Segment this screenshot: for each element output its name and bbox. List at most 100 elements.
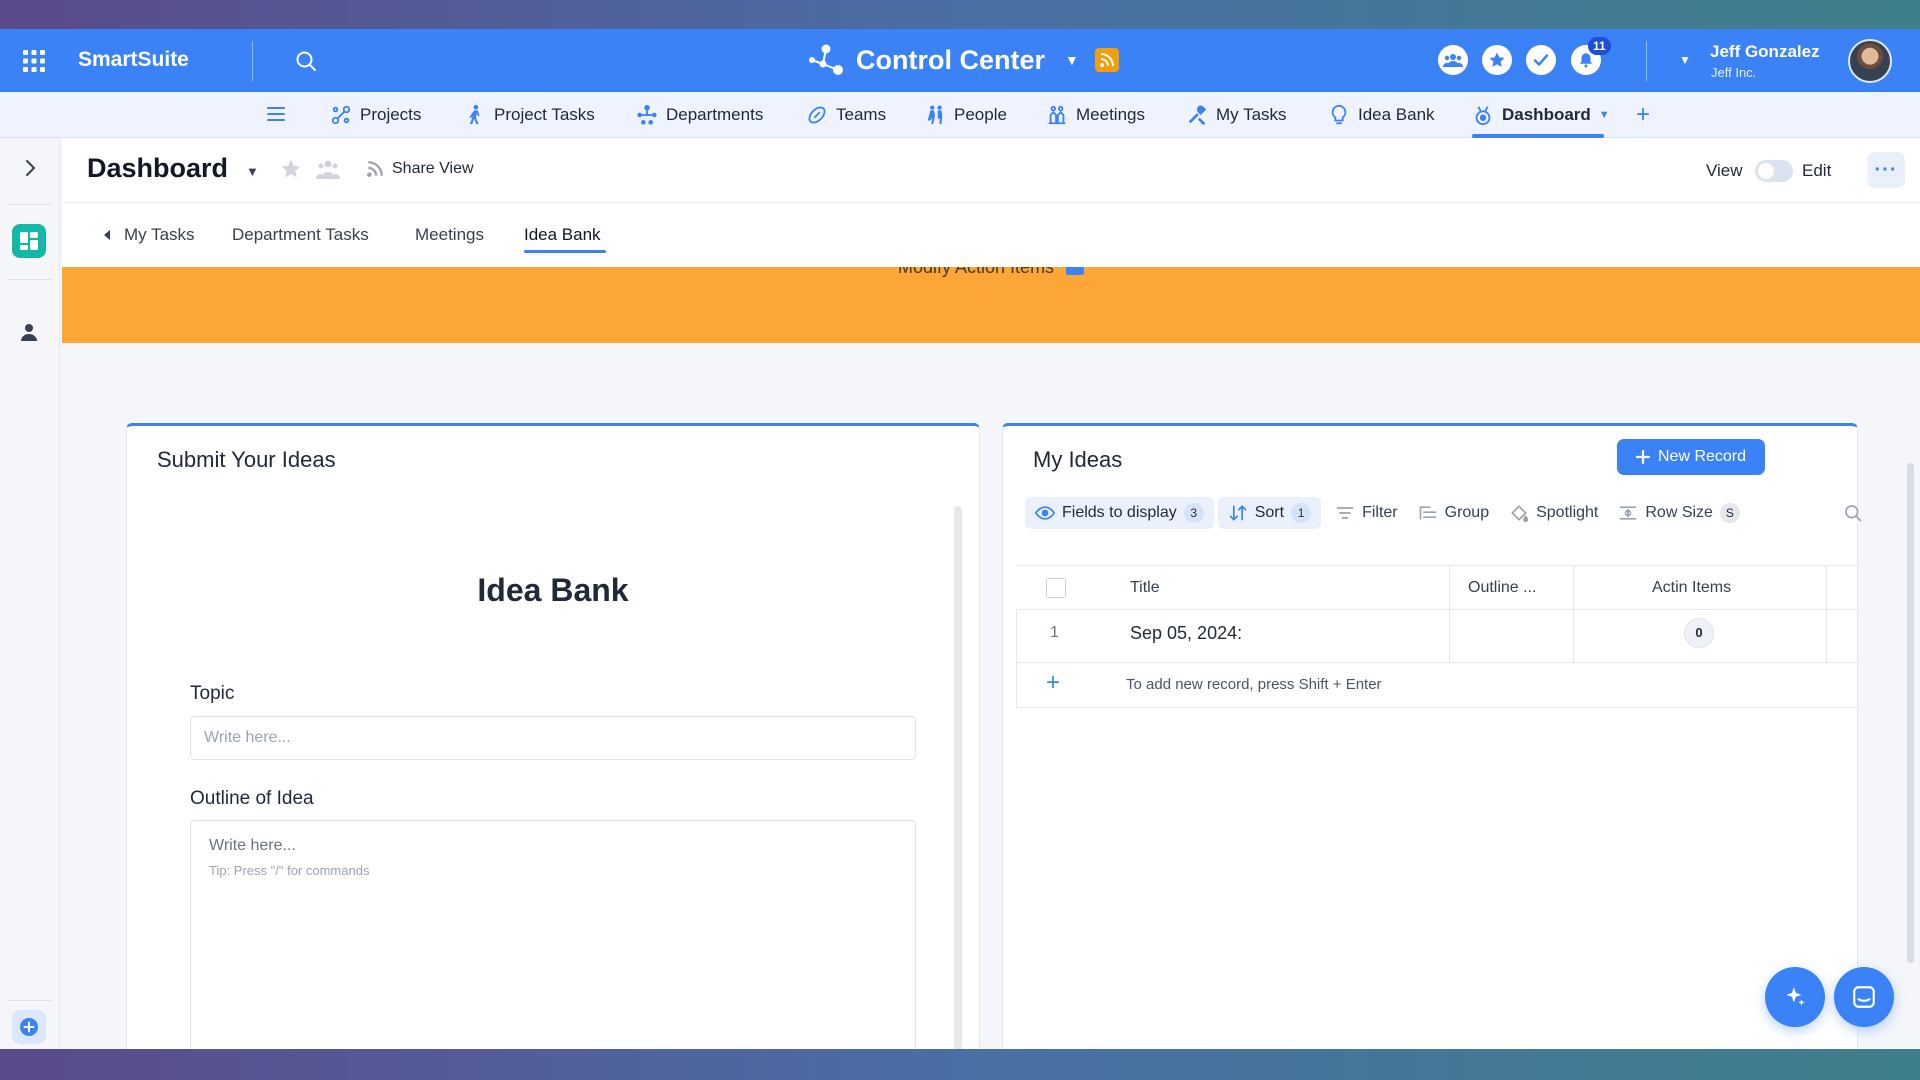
outline-label: Outline of Idea xyxy=(190,788,314,809)
tab-my-tasks[interactable]: My Tasks xyxy=(124,225,195,245)
column-divider xyxy=(1573,566,1574,663)
dashboard-tabs: My Tasks Department Tasks Meetings Idea … xyxy=(62,203,1920,267)
row-size-button[interactable]: Row Size S xyxy=(1608,497,1750,529)
search-icon[interactable] xyxy=(1843,503,1863,523)
search-icon[interactable] xyxy=(294,49,318,73)
nav-item-label: Dashboard xyxy=(1502,105,1591,124)
more-options-button[interactable]: ··· xyxy=(1867,152,1905,188)
hamburger-menu-icon[interactable] xyxy=(266,104,286,124)
nav-item-teams[interactable]: Teams xyxy=(806,92,886,138)
add-app-button[interactable]: + xyxy=(1636,101,1650,129)
edit-icon[interactable] xyxy=(1066,267,1084,275)
column-header-action-items[interactable]: Actin Items xyxy=(1652,566,1731,610)
avatar[interactable] xyxy=(1848,39,1892,83)
nav-item-label: Meetings xyxy=(1076,105,1145,124)
topic-label: Topic xyxy=(190,683,235,704)
column-header-outline[interactable]: Outline ... xyxy=(1468,566,1536,610)
row-divider xyxy=(1016,662,1859,663)
share-view-button[interactable]: Share View xyxy=(366,160,474,178)
card-title: My Ideas xyxy=(1033,447,1123,472)
top-bar: SmartSuite Control Center ▼ 11 ▼ Jeff Go… xyxy=(0,29,1920,92)
dashboard-header: Dashboard ▼ Share View View Edit ··· xyxy=(62,138,1920,203)
chevron-down-icon[interactable]: ▼ xyxy=(246,164,259,179)
ai-assistant-button[interactable] xyxy=(1765,967,1825,1027)
divider xyxy=(8,279,52,280)
dashboard-rail-icon[interactable] xyxy=(12,224,46,258)
submit-ideas-form-card: Submit Your Ideas Idea Bank Topic Write … xyxy=(126,423,980,1049)
outline-textarea[interactable]: Write here... Tip: Press "/" for command… xyxy=(190,820,916,1049)
nav-item-people[interactable]: People xyxy=(924,92,1007,138)
sparkle-icon xyxy=(1786,987,1805,1006)
workspace-switcher[interactable]: Control Center ▼ xyxy=(806,43,1119,77)
nav-item-my-tasks[interactable]: My Tasks xyxy=(1186,92,1287,138)
notification-count-badge: 11 xyxy=(1588,37,1611,55)
workspace-title: Control Center xyxy=(856,44,1045,75)
action-banner: Modify Action Items xyxy=(62,267,1920,343)
nav-item-projects[interactable]: Projects xyxy=(330,92,421,138)
select-all-checkbox[interactable] xyxy=(1046,578,1066,598)
brand-logo[interactable]: SmartSuite xyxy=(78,48,189,72)
org-chart-icon xyxy=(637,104,657,125)
row-title-cell[interactable]: Sep 05, 2024: xyxy=(1130,623,1242,644)
workspace-logo-icon xyxy=(809,44,843,75)
star-icon[interactable] xyxy=(1482,45,1512,75)
tab-idea-bank[interactable]: Idea Bank xyxy=(524,225,601,245)
row-border xyxy=(1016,610,1017,708)
chat-icon xyxy=(1853,986,1875,1008)
page-scrollbar[interactable] xyxy=(1907,463,1914,963)
star-icon[interactable] xyxy=(280,158,302,180)
action-items-count[interactable]: 0 xyxy=(1684,618,1714,648)
fields-to-display-button[interactable]: Fields to display 3 xyxy=(1025,497,1214,529)
active-tab-indicator xyxy=(524,250,606,253)
sort-button[interactable]: Sort 1 xyxy=(1217,497,1322,529)
sort-count-badge: 1 xyxy=(1291,503,1312,523)
divider xyxy=(252,41,253,81)
tab-department-tasks[interactable]: Department Tasks xyxy=(232,225,369,245)
outline-placeholder: Write here... xyxy=(209,837,296,854)
new-record-label: New Record xyxy=(1657,448,1747,465)
nav-item-departments[interactable]: Departments xyxy=(636,92,763,138)
rss-icon xyxy=(367,161,383,177)
app-grid-icon[interactable] xyxy=(22,49,46,73)
fields-count-badge: 3 xyxy=(1183,503,1204,523)
add-rail-button[interactable] xyxy=(12,1010,46,1044)
outline-tip: Tip: Press "/" for commands xyxy=(209,863,370,878)
filter-button[interactable]: Filter xyxy=(1325,497,1408,529)
add-record-plus-icon[interactable]: + xyxy=(1046,669,1060,697)
edit-mode-label: Edit xyxy=(1802,161,1832,180)
checkmark-icon[interactable] xyxy=(1526,45,1556,75)
user-menu-chevron-icon[interactable]: ▼ xyxy=(1679,53,1691,67)
column-divider xyxy=(1826,566,1827,663)
column-divider xyxy=(1449,566,1450,663)
left-rail xyxy=(0,138,60,1049)
card-title: Submit Your Ideas xyxy=(157,447,336,472)
user-name[interactable]: Jeff Gonzalez xyxy=(1710,42,1820,62)
caret-left-icon[interactable] xyxy=(104,230,110,240)
nav-item-meetings[interactable]: Meetings xyxy=(1046,92,1145,138)
banner-text[interactable]: Modify Action Items xyxy=(898,267,1054,278)
column-header-title[interactable]: Title xyxy=(1130,566,1160,610)
spotlight-label: Spotlight xyxy=(1536,504,1599,521)
form-heading: Idea Bank xyxy=(477,572,629,608)
team-icon[interactable] xyxy=(1438,45,1468,75)
rss-icon[interactable] xyxy=(1094,48,1119,72)
row-number: 1 xyxy=(1050,624,1059,641)
members-icon[interactable] xyxy=(316,158,340,180)
view-edit-toggle[interactable] xyxy=(1755,160,1793,182)
nav-item-project-tasks[interactable]: Project Tasks xyxy=(464,92,595,138)
chevron-right-icon[interactable] xyxy=(20,158,40,178)
topic-input[interactable]: Write here... xyxy=(190,716,916,760)
nav-item-idea-bank[interactable]: Idea Bank xyxy=(1328,92,1435,138)
person-icon[interactable] xyxy=(18,321,40,343)
form-scrollbar[interactable] xyxy=(954,506,962,1049)
eye-icon xyxy=(1035,506,1055,520)
chat-support-button[interactable] xyxy=(1834,967,1894,1027)
chevron-down-icon[interactable]: ▼ xyxy=(1065,52,1079,68)
chevron-down-icon[interactable]: ▼ xyxy=(1599,109,1610,121)
spotlight-button[interactable]: Spotlight xyxy=(1499,497,1608,529)
tab-meetings[interactable]: Meetings xyxy=(415,225,484,245)
group-button[interactable]: Group xyxy=(1408,497,1499,529)
paint-bucket-icon xyxy=(1511,505,1529,523)
nav-item-dashboard[interactable]: Dashboard ▼ xyxy=(1472,92,1610,138)
new-record-button[interactable]: New Record xyxy=(1617,439,1765,475)
